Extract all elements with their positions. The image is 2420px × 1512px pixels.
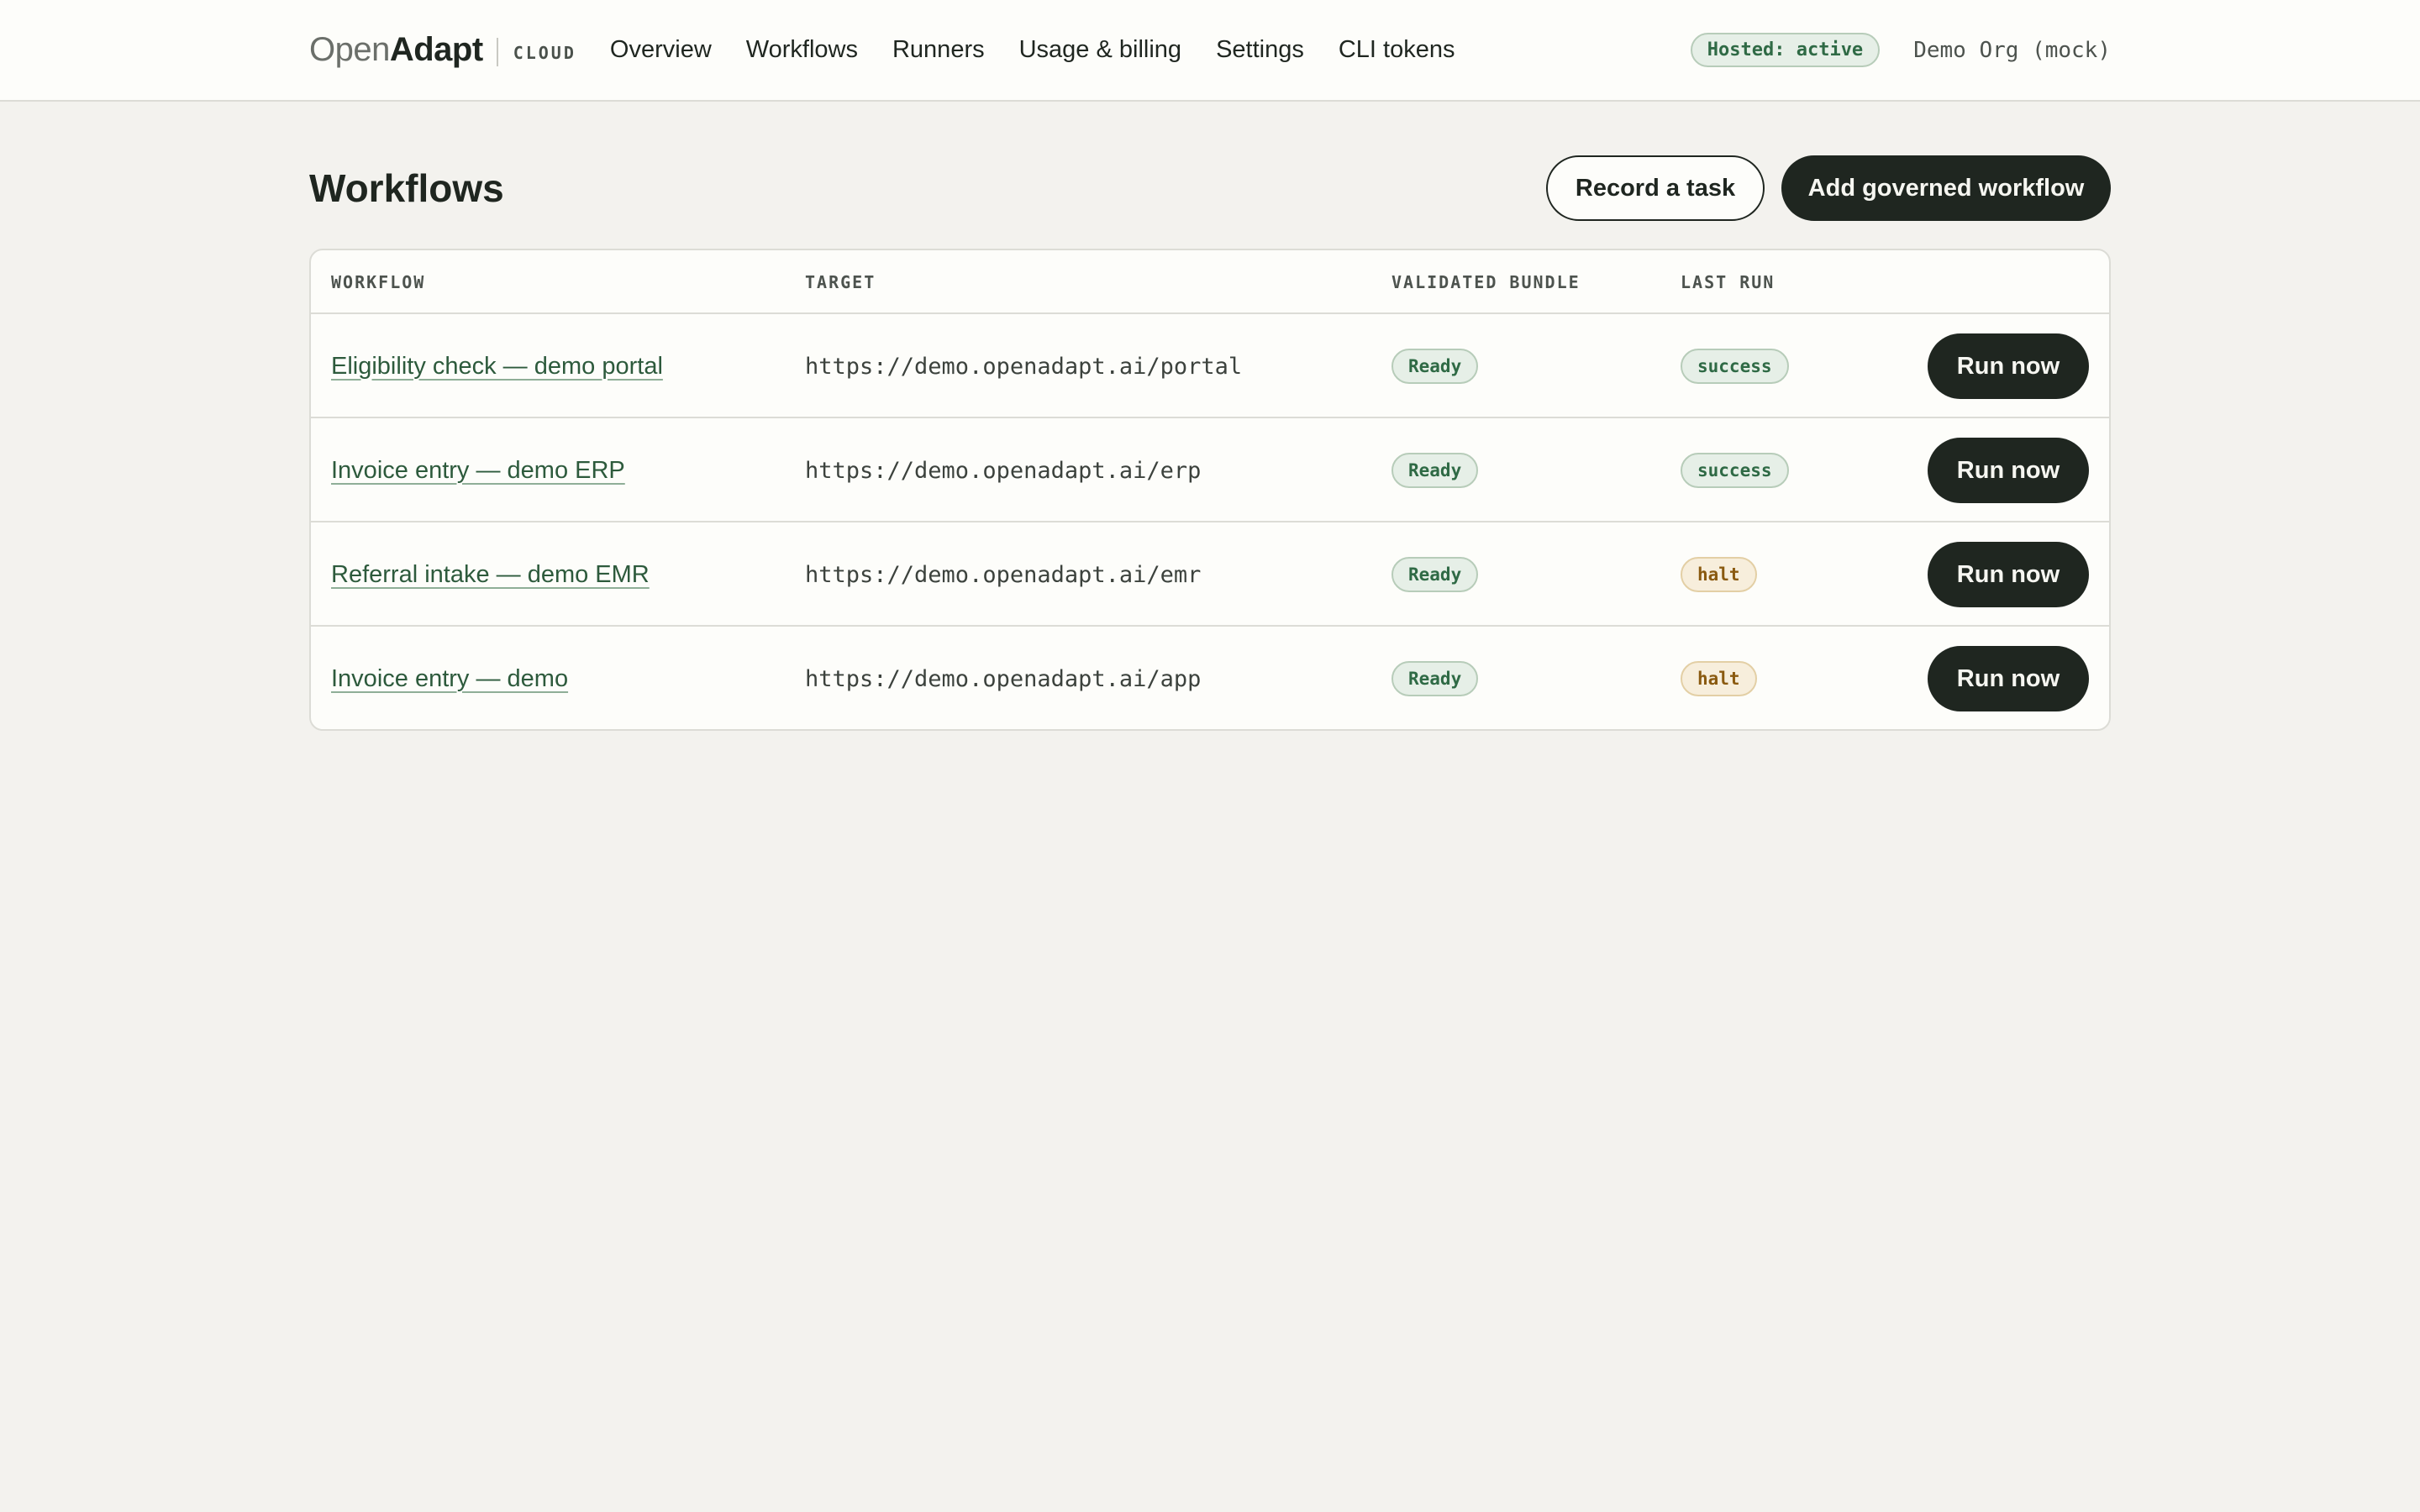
bundle-status-badge: Ready: [1392, 453, 1479, 488]
page-title: Workflows: [309, 166, 504, 210]
target-url: https://demo.openadapt.ai/erp: [805, 457, 1202, 484]
nav-item-overview[interactable]: Overview: [610, 36, 712, 64]
record-task-button[interactable]: Record a task: [1546, 155, 1765, 221]
last-run-status-badge: halt: [1681, 557, 1757, 592]
org-name[interactable]: Demo Org (mock): [1913, 38, 2111, 63]
column-header-last-run: LAST RUN: [1681, 272, 1776, 292]
nav-item-cli-tokens[interactable]: CLI tokens: [1339, 36, 1455, 64]
last-run-status-badge: success: [1681, 453, 1789, 488]
bundle-status-badge: Ready: [1392, 349, 1479, 384]
brand-logo[interactable]: Open Adapt CLOUD: [309, 0, 576, 100]
brand-logo-adapt: Adapt: [389, 31, 483, 68]
last-run-status-badge: success: [1681, 349, 1789, 384]
workflow-link[interactable]: Eligibility check — demo portal: [331, 353, 663, 381]
run-now-button[interactable]: Run now: [1928, 333, 2089, 399]
table-header-row: WORKFLOW TARGET VALIDATED BUNDLE LAST RU…: [311, 250, 2109, 314]
workflows-table: WORKFLOW TARGET VALIDATED BUNDLE LAST RU…: [309, 249, 2111, 731]
hosted-status-badge: Hosted: active: [1690, 33, 1881, 67]
nav-item-settings[interactable]: Settings: [1216, 36, 1304, 64]
top-navigation-bar: Open Adapt CLOUD Overview Workflows Runn…: [0, 0, 2420, 102]
table-row: Invoice entry — demo https://demo.openad…: [311, 627, 2109, 729]
add-governed-workflow-button[interactable]: Add governed workflow: [1781, 155, 2111, 221]
table-row: Eligibility check — demo portal https://…: [311, 314, 2109, 418]
page-header: Workflows Record a task Add governed wor…: [309, 155, 2111, 222]
bundle-status-badge: Ready: [1392, 661, 1479, 696]
brand-product-label: CLOUD: [513, 42, 576, 63]
last-run-status-badge: halt: [1681, 661, 1757, 696]
workflow-link[interactable]: Invoice entry — demo: [331, 665, 568, 693]
topbar-status-area: Hosted: active Demo Org (mock): [1690, 33, 2111, 67]
nav-item-workflows[interactable]: Workflows: [746, 36, 858, 64]
column-header-workflow: WORKFLOW: [331, 272, 426, 292]
brand-logo-open: Open: [309, 31, 390, 68]
brand-divider: [496, 37, 498, 66]
nav-item-usage-billing[interactable]: Usage & billing: [1019, 36, 1181, 64]
table-row: Referral intake — demo EMR https://demo.…: [311, 522, 2109, 627]
run-now-button[interactable]: Run now: [1928, 542, 2089, 607]
workflow-link[interactable]: Invoice entry — demo ERP: [331, 457, 625, 485]
nav-item-runners[interactable]: Runners: [892, 36, 985, 64]
target-url: https://demo.openadapt.ai/emr: [805, 561, 1202, 588]
top-navigation-inner: Open Adapt CLOUD Overview Workflows Runn…: [309, 0, 2111, 100]
column-header-target: TARGET: [805, 272, 876, 292]
page-actions: Record a task Add governed workflow: [1546, 155, 2111, 221]
main-nav: Overview Workflows Runners Usage & billi…: [610, 36, 1490, 64]
table-row: Invoice entry — demo ERP https://demo.op…: [311, 418, 2109, 522]
target-url: https://demo.openadapt.ai/app: [805, 665, 1202, 692]
run-now-button[interactable]: Run now: [1928, 646, 2089, 711]
run-now-button[interactable]: Run now: [1928, 438, 2089, 503]
target-url: https://demo.openadapt.ai/portal: [805, 353, 1243, 380]
column-header-validated-bundle: VALIDATED BUNDLE: [1392, 272, 1581, 292]
workflow-link[interactable]: Referral intake — demo EMR: [331, 561, 650, 589]
bundle-status-badge: Ready: [1392, 557, 1479, 592]
